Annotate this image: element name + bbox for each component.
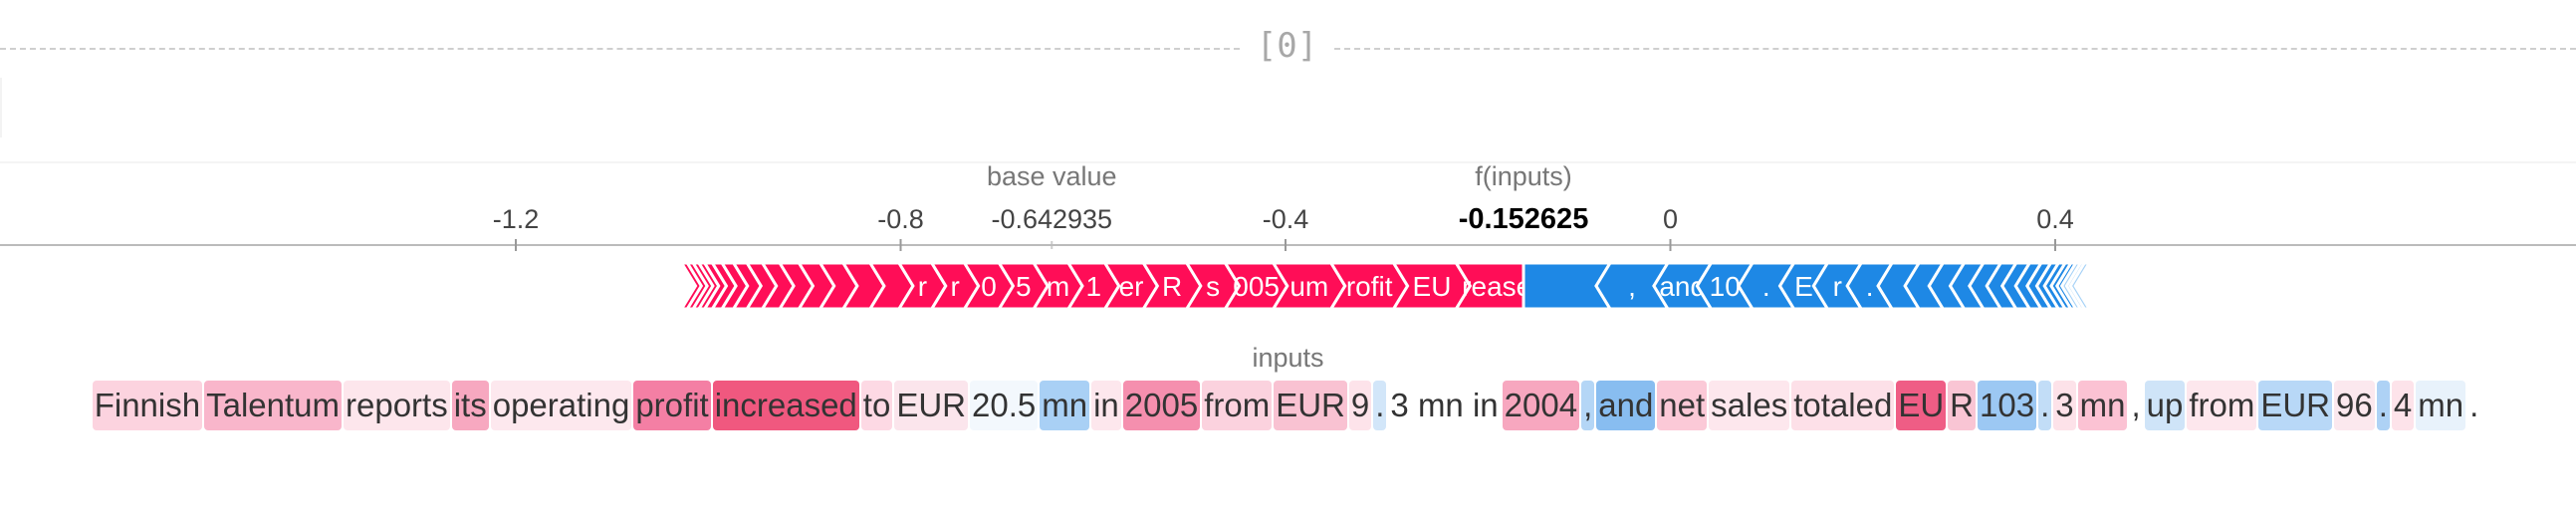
input-token: 96: [2334, 381, 2375, 430]
input-token: mn: [2416, 381, 2466, 430]
input-token: Talentum: [204, 381, 342, 430]
input-token: totaled: [1791, 381, 1895, 430]
positive-contributions: r r 0 5 m 1 er Rs 005 um rofit EU rease: [678, 261, 1531, 311]
input-token: EUR: [894, 381, 969, 430]
segment-feature-label: .: [1762, 271, 1770, 302]
input-token: from: [1202, 381, 1273, 430]
force-plot: base value f(inputs) -0.152625 -0.642935…: [0, 161, 2576, 311]
input-token: .: [2376, 381, 2390, 430]
x-axis-ticks: -1.2 -0.8 -0.4 0 0.4: [493, 204, 2074, 251]
segment-feature-label: ,: [1628, 271, 1636, 302]
input-token: 103: [1978, 381, 2037, 430]
input-token: sales: [1709, 381, 1790, 430]
input-token: mn: [1040, 381, 1090, 430]
dashed-divider-left: [0, 48, 1240, 50]
input-token: ,: [2129, 381, 2143, 430]
input-token: net: [1657, 381, 1708, 430]
segment-feature-label: .: [1866, 271, 1874, 302]
x-axis-tick-label: -0.4: [1263, 204, 1309, 234]
segment-feature-label: rease: [1462, 271, 1531, 302]
output-value-label: f(inputs): [1475, 161, 1572, 191]
segment-feature-label: rofit: [1346, 271, 1393, 302]
input-token: up: [2144, 381, 2186, 430]
x-axis-tick-label: 0.4: [2036, 204, 2074, 234]
input-token: 2004: [1502, 381, 1580, 430]
x-axis-tick-label: -0.8: [877, 204, 924, 234]
input-token: .: [2038, 381, 2052, 430]
segment-feature-label: r: [1833, 271, 1842, 302]
input-token: to: [860, 381, 893, 430]
segment-feature-label: 10: [1710, 271, 1741, 302]
input-token: 3 mn in: [1388, 381, 1501, 430]
segment-feature-label: EU: [1413, 271, 1452, 302]
dashed-divider-right: [1334, 48, 2576, 50]
x-axis-tick-label: -1.2: [493, 204, 540, 234]
input-token: 20.5: [970, 381, 1039, 430]
input-token: EU: [1896, 381, 1947, 430]
segment-feature-label: R: [1162, 271, 1182, 302]
base-value: -0.642935: [991, 204, 1112, 234]
input-token: .: [2467, 381, 2481, 430]
segment-feature-label: r: [918, 271, 927, 302]
input-token: profit: [633, 381, 711, 430]
output-value-annotation: f(inputs) -0.152625: [1459, 161, 1589, 235]
segment-feature-label: m: [1047, 271, 1069, 302]
output-index-label: [0]: [1256, 26, 1318, 66]
input-token: ,: [1581, 381, 1595, 430]
input-token: 3: [2053, 381, 2076, 430]
input-token: EUR: [2258, 381, 2333, 430]
input-token: operating: [490, 381, 632, 430]
input-token: Finnish: [92, 381, 203, 430]
base-value-label: base value: [987, 161, 1117, 191]
input-token: 9: [1348, 381, 1372, 430]
output-index-header: [0]: [0, 18, 2576, 78]
output-value: -0.152625: [1459, 203, 1589, 235]
input-tokens: Finnish Talentum reports its operating p…: [12, 381, 2561, 430]
x-axis-tick-label: 0: [1663, 204, 1678, 234]
input-token: in: [1091, 381, 1121, 430]
input-token: R: [1948, 381, 1976, 430]
input-token: increased: [712, 381, 859, 430]
input-token: .: [1373, 381, 1387, 430]
panel-edge: [0, 78, 2, 137]
input-token: EUR: [1274, 381, 1347, 430]
segment-feature-label: E: [1794, 271, 1813, 302]
segment-feature-label: um: [1289, 271, 1328, 302]
segment-feature-label: er: [1119, 271, 1144, 302]
input-token: its: [451, 381, 489, 430]
inputs-title: inputs: [1252, 343, 1324, 373]
negative-contributions: , and 10. Er.: [1522, 261, 2092, 311]
input-token: 4: [2391, 381, 2415, 430]
segment-feature-label: 1: [1086, 271, 1102, 302]
segment-feature-label: 005: [1233, 271, 1280, 302]
segment-feature-label: r: [951, 271, 960, 302]
input-token: reports: [344, 381, 450, 430]
segment-feature-label: 0: [981, 271, 997, 302]
input-token: and: [1596, 381, 1656, 430]
segment-feature-label: 5: [1016, 271, 1032, 302]
input-token: 2005: [1122, 381, 1201, 430]
segment-feature-label: s: [1206, 271, 1220, 302]
input-token: mn: [2077, 381, 2128, 430]
input-token: from: [2187, 381, 2257, 430]
